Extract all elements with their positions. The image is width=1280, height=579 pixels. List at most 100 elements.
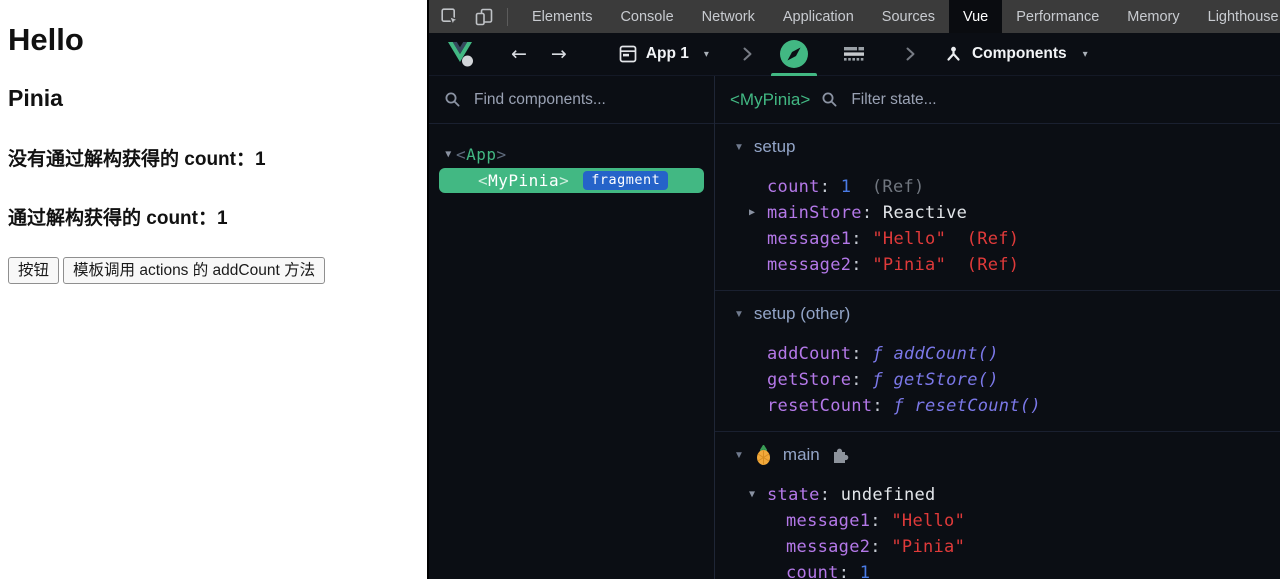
state-value: ƒ getStore() <box>872 370 998 390</box>
state-row-message2: message2: "Pinia" <box>715 534 1280 560</box>
state-key: message1 <box>786 511 870 531</box>
state-value: 1 <box>841 177 852 197</box>
find-components-input[interactable] <box>472 90 699 110</box>
back-button[interactable]: ← <box>511 43 527 65</box>
colon: : <box>870 537 881 557</box>
collapse-arrow-icon[interactable]: ▼ <box>734 450 744 461</box>
state-value: "Hello" <box>872 229 946 249</box>
search-icon <box>821 91 838 108</box>
component-tag-mypinia: MyPinia <box>488 171 559 190</box>
component-state-panel: <MyPinia> ▼ setup <box>715 76 1280 579</box>
colon: : <box>851 344 862 364</box>
search-icon <box>444 91 461 108</box>
tab-network[interactable]: Network <box>688 0 769 33</box>
section-setup-other-items: addCount: ƒ addCount() getStore: ƒ getSt… <box>715 341 1280 419</box>
tab-elements[interactable]: Elements <box>518 0 606 33</box>
app-selector-label: App 1 <box>646 45 689 63</box>
state-value: 1 <box>860 563 871 579</box>
bracket: < <box>456 145 466 164</box>
components-hierarchy-icon <box>945 46 962 63</box>
tree-row-mypinia[interactable]: <MyPinia> fragment <box>439 168 704 193</box>
expand-arrow-icon[interactable]: ▼ <box>441 149 456 160</box>
state-value: "Pinia" <box>891 537 965 557</box>
state-value: "Pinia" <box>872 255 946 275</box>
colon: : <box>851 370 862 390</box>
filter-state-input[interactable] <box>849 90 1265 110</box>
colon: : <box>872 396 883 416</box>
page-subtitle: Pinia <box>8 85 419 112</box>
state-value: ƒ resetCount() <box>893 396 1041 416</box>
section-title: setup <box>754 137 796 157</box>
tab-lighthouse[interactable]: Lighthouse <box>1194 0 1280 33</box>
tab-application[interactable]: Application <box>769 0 868 33</box>
colon: : <box>820 485 831 505</box>
vue-devtools-toolbar: ← → App 1 ▾ <box>429 33 1280 76</box>
state-row-addcount: addCount: ƒ addCount() <box>715 341 1280 367</box>
collapse-arrow-icon[interactable]: ▼ <box>749 482 755 508</box>
page-title: Hello <box>8 22 419 58</box>
expand-arrow-icon[interactable]: ▶ <box>749 200 755 226</box>
ref-tag: (Ref) <box>872 177 925 197</box>
section-setup-header[interactable]: ▼ setup <box>715 134 1280 160</box>
section-setup-items: count: 1 (Ref) ▶ mainStore: Reactive mes… <box>715 174 1280 278</box>
state-value: ƒ addCount() <box>872 344 998 364</box>
state-row-getstore: getStore: ƒ getStore() <box>715 367 1280 393</box>
tab-vue[interactable]: Vue <box>949 0 1002 33</box>
bracket: > <box>497 145 507 164</box>
device-toolbar-icon[interactable] <box>469 4 499 30</box>
inspector-content: ▼ <App> <MyPinia> fragment <MyPinia> <box>429 76 1280 579</box>
inspector-tab[interactable] <box>772 33 816 76</box>
colon: : <box>862 203 873 223</box>
colon: : <box>851 229 862 249</box>
state-row-resetcount: resetCount: ƒ resetCount() <box>715 393 1280 419</box>
app-window-icon <box>619 45 637 63</box>
section-setup-other: ▼ setup (other) addCount: ƒ addCount() g… <box>715 291 1280 432</box>
tab-sources[interactable]: Sources <box>868 0 949 33</box>
tree-row-app[interactable]: ▼ <App> <box>429 141 714 167</box>
inspector-selector-label: Components <box>972 45 1067 63</box>
colon: : <box>870 511 881 531</box>
state-row-message1: message1: "Hello" (Ref) <box>715 226 1280 252</box>
timeline-icon <box>843 44 865 64</box>
state-value: "Hello" <box>891 511 965 531</box>
timeline-tab[interactable] <box>836 33 872 76</box>
section-main-store: ▼ main <box>715 432 1280 579</box>
component-search-row <box>429 76 714 124</box>
compass-icon <box>779 39 809 69</box>
devtools-tabbar: Elements Console Network Application Sou… <box>429 0 1280 33</box>
browser-page: Hello Pinia 没有通过解构获得的 count：1 通过解构获得的 co… <box>0 0 427 579</box>
state-key: addCount <box>767 344 851 364</box>
puzzle-icon <box>830 445 850 465</box>
template-action-button[interactable]: 模板调用 actions 的 addCount 方法 <box>63 257 325 284</box>
inspect-element-icon[interactable] <box>435 4 465 30</box>
app-selector[interactable]: App 1 ▾ <box>619 45 709 63</box>
ref-tag: (Ref) <box>967 229 1020 249</box>
forward-button[interactable]: → <box>551 43 567 65</box>
state-row-message2: message2: "Pinia" (Ref) <box>715 252 1280 278</box>
section-setup: ▼ setup count: 1 (Ref) ▶ mainStore: Reac… <box>715 124 1280 291</box>
state-row-mainstore: ▶ mainStore: Reactive <box>715 200 1280 226</box>
tab-memory[interactable]: Memory <box>1113 0 1193 33</box>
tab-performance[interactable]: Performance <box>1002 0 1113 33</box>
inspector-selector[interactable]: Components ▾ <box>945 45 1088 63</box>
add-count-button[interactable]: 按钮 <box>8 257 59 284</box>
colon: : <box>839 563 850 579</box>
state-key: message2 <box>767 255 851 275</box>
bracket: > <box>559 171 569 190</box>
state-key: count <box>786 563 839 579</box>
breadcrumb-chevron-icon <box>743 47 752 61</box>
chevron-down-icon: ▾ <box>1083 49 1088 60</box>
state-key: message1 <box>767 229 851 249</box>
collapse-arrow-icon[interactable]: ▼ <box>734 142 744 153</box>
section-setup-other-header[interactable]: ▼ setup (other) <box>715 301 1280 327</box>
state-row-count: count: 1 (Ref) <box>715 174 1280 200</box>
count-line-destructured: 通过解构获得的 count：1 <box>8 203 419 230</box>
devtools-toolbar-icons <box>429 0 518 33</box>
tab-console[interactable]: Console <box>606 0 687 33</box>
colon: : <box>851 255 862 275</box>
devtools-panel: Elements Console Network Application Sou… <box>427 0 1280 579</box>
state-key: mainStore <box>767 203 862 223</box>
collapse-arrow-icon[interactable]: ▼ <box>734 309 744 320</box>
section-main-header[interactable]: ▼ main <box>715 442 1280 468</box>
state-key: resetCount <box>767 396 872 416</box>
